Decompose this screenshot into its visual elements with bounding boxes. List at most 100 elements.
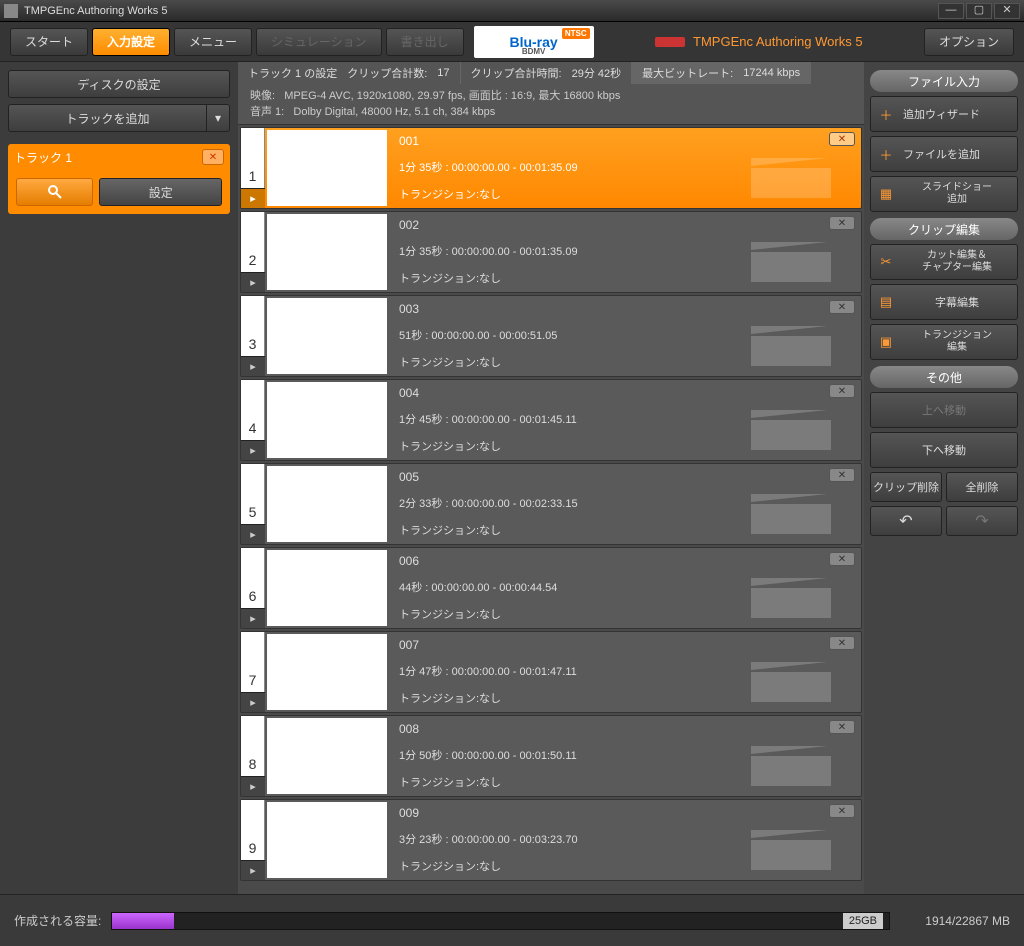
track-header[interactable]: トラック 1 ✕: [8, 144, 230, 170]
clip-row[interactable]: 2▸0021分 35秒 : 00:00:00.00 - 00:01:35.09ト…: [240, 211, 862, 293]
track-close-icon[interactable]: ✕: [202, 149, 224, 165]
bluray-badge: Blu-ray BDMV NTSC: [474, 26, 594, 58]
option-button[interactable]: オプション: [924, 28, 1014, 56]
export-button[interactable]: 書き出し: [386, 28, 464, 56]
clip-close-button[interactable]: ✕: [829, 300, 855, 314]
bdmv-label: BDMV: [522, 47, 546, 56]
clip-number: 9: [241, 800, 265, 860]
clip-title: 006: [399, 554, 851, 568]
transition-button[interactable]: ▣トランジション 編集: [870, 324, 1018, 360]
clip-close-button[interactable]: ✕: [829, 636, 855, 650]
clip-close-button[interactable]: ✕: [829, 468, 855, 482]
maximize-button[interactable]: ▢: [966, 3, 992, 19]
clip-row[interactable]: 7▸0071分 47秒 : 00:00:00.00 - 00:01:47.11ト…: [240, 631, 862, 713]
move-down-button[interactable]: 下へ移動: [870, 432, 1018, 468]
brand-label: TMPGEnc Authoring Works 5: [598, 34, 920, 49]
input-settings-button[interactable]: 入力設定: [92, 28, 170, 56]
clip-close-button[interactable]: ✕: [829, 132, 855, 146]
add-track-dropdown[interactable]: ▾: [206, 104, 230, 132]
clip-row[interactable]: 4▸0041分 45秒 : 00:00:00.00 - 00:01:45.11ト…: [240, 379, 862, 461]
disc-settings-button[interactable]: ディスクの設定: [8, 70, 230, 98]
scissors-icon: ✂: [877, 256, 895, 268]
clip-thumbnail: [267, 382, 387, 458]
clip-time-info: クリップ合計時間: 29分 42秒: [461, 62, 633, 84]
clip-play-button[interactable]: ▸: [241, 272, 265, 292]
clip-title: 009: [399, 806, 851, 820]
clip-row[interactable]: 9▸0093分 23秒 : 00:00:00.00 - 00:03:23.70ト…: [240, 799, 862, 881]
capacity-label: 作成される容量:: [14, 912, 101, 929]
clip-thumbnail: [267, 298, 387, 374]
clip-number: 5: [241, 464, 265, 524]
slideshow-icon: ▦: [877, 188, 895, 200]
plus-icon: ＋: [877, 105, 895, 124]
minimize-button[interactable]: —: [938, 3, 964, 19]
clip-thumbnail: [267, 718, 387, 794]
window-title: TMPGEnc Authoring Works 5: [24, 5, 938, 17]
capacity-fill: [112, 913, 174, 929]
clip-play-button[interactable]: ▸: [241, 188, 265, 208]
capacity-progress: 25GB: [111, 912, 890, 930]
clip-close-button[interactable]: ✕: [829, 804, 855, 818]
clip-play-button[interactable]: ▸: [241, 692, 265, 712]
right-sidebar: ファイル入力 ＋追加ウィザード ＋ファイルを追加 ▦スライドショー 追加 クリッ…: [864, 62, 1024, 894]
clapper-icon: [751, 158, 831, 198]
subtitle-icon: ▤: [877, 294, 895, 310]
clip-close-button[interactable]: ✕: [829, 552, 855, 566]
simulation-button[interactable]: シミュレーション: [256, 28, 382, 56]
track-info: トラック 1 の設定 クリップ合計数: 17: [238, 62, 461, 84]
file-input-header: ファイル入力: [870, 70, 1018, 92]
redo-button[interactable]: ↷: [946, 506, 1018, 536]
track-settings-button[interactable]: 設定: [99, 178, 222, 206]
start-button[interactable]: スタート: [10, 28, 88, 56]
bitrate-info: 最大ビットレート: 17244 kbps: [632, 62, 811, 84]
add-track-button[interactable]: トラックを追加: [8, 104, 206, 132]
clip-play-button[interactable]: ▸: [241, 524, 265, 544]
clip-title: 005: [399, 470, 851, 484]
close-button[interactable]: ✕: [994, 3, 1020, 19]
main-toolbar: スタート 入力設定 メニュー シミュレーション 書き出し Blu-ray BDM…: [0, 22, 1024, 62]
clip-play-button[interactable]: ▸: [241, 356, 265, 376]
move-up-button[interactable]: 上へ移動: [870, 392, 1018, 428]
brand-bar-icon: [655, 37, 685, 47]
file-plus-icon: ＋: [877, 145, 895, 164]
clip-row[interactable]: 3▸00351秒 : 00:00:00.00 - 00:00:51.05トランジ…: [240, 295, 862, 377]
clip-play-button[interactable]: ▸: [241, 860, 265, 880]
info-header: トラック 1 の設定 クリップ合計数: 17 クリップ合計時間: 29分 42秒…: [238, 62, 864, 125]
capacity-cap: 25GB: [843, 913, 883, 929]
clapper-icon: [751, 410, 831, 450]
clip-row[interactable]: 6▸00644秒 : 00:00:00.00 - 00:00:44.54トランジ…: [240, 547, 862, 629]
add-wizard-button[interactable]: ＋追加ウィザード: [870, 96, 1018, 132]
clip-close-button[interactable]: ✕: [829, 216, 855, 230]
subtitle-button[interactable]: ▤字幕編集: [870, 284, 1018, 320]
audio-info: 音声 1: Dolby Digital, 48000 Hz, 5.1 ch, 3…: [250, 104, 852, 120]
clapper-icon: [751, 494, 831, 534]
clip-thumbnail: [267, 214, 387, 290]
clip-delete-button[interactable]: クリップ削除: [870, 472, 942, 502]
left-sidebar: ディスクの設定 トラックを追加 ▾ トラック 1 ✕ 設定: [0, 62, 238, 894]
clip-row[interactable]: 1▸0011分 35秒 : 00:00:00.00 - 00:01:35.09ト…: [240, 127, 862, 209]
clip-play-button[interactable]: ▸: [241, 608, 265, 628]
all-delete-button[interactable]: 全削除: [946, 472, 1018, 502]
add-slideshow-button[interactable]: ▦スライドショー 追加: [870, 176, 1018, 212]
cut-chapter-button[interactable]: ✂カット編集＆ チャプター編集: [870, 244, 1018, 280]
clip-row[interactable]: 8▸0081分 50秒 : 00:00:00.00 - 00:01:50.11ト…: [240, 715, 862, 797]
app-icon: [4, 4, 18, 18]
clapper-icon: [751, 830, 831, 870]
undo-button[interactable]: ↶: [870, 506, 942, 536]
clip-list[interactable]: 1▸0011分 35秒 : 00:00:00.00 - 00:01:35.09ト…: [238, 125, 864, 894]
clip-play-button[interactable]: ▸: [241, 776, 265, 796]
clip-number: 2: [241, 212, 265, 272]
clip-title: 008: [399, 722, 851, 736]
track-search-button[interactable]: [16, 178, 93, 206]
add-file-button[interactable]: ＋ファイルを追加: [870, 136, 1018, 172]
titlebar: TMPGEnc Authoring Works 5 — ▢ ✕: [0, 0, 1024, 22]
clip-row[interactable]: 5▸0052分 33秒 : 00:00:00.00 - 00:02:33.15ト…: [240, 463, 862, 545]
menu-button[interactable]: メニュー: [174, 28, 252, 56]
clip-title: 007: [399, 638, 851, 652]
clip-close-button[interactable]: ✕: [829, 720, 855, 734]
clapper-icon: [751, 326, 831, 366]
clip-play-button[interactable]: ▸: [241, 440, 265, 460]
track-panel: トラック 1 ✕ 設定: [8, 144, 230, 214]
clapper-icon: [751, 242, 831, 282]
clip-close-button[interactable]: ✕: [829, 384, 855, 398]
